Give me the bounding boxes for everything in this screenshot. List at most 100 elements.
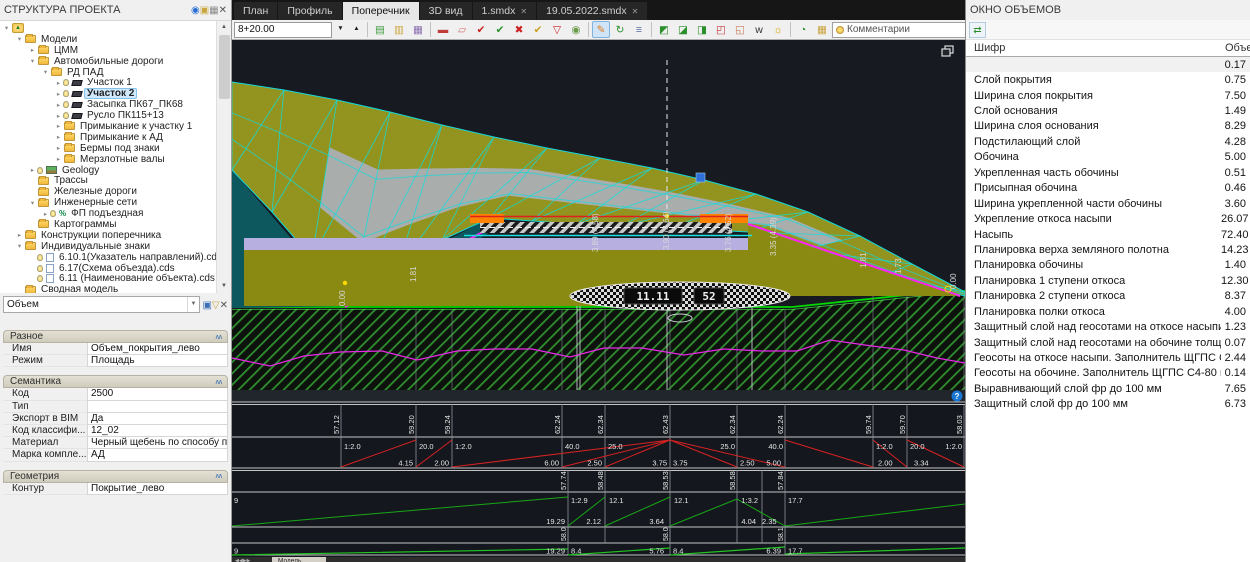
- collapse-chevron-icon[interactable]: ∧∧: [215, 472, 221, 480]
- property-value[interactable]: Объем_покрытия_лево: [87, 343, 228, 355]
- comments-combo[interactable]: Комментарии ▼: [832, 22, 965, 38]
- visibility-bulb-icon[interactable]: [63, 101, 69, 108]
- tree-item-root[interactable]: ▾▲: [0, 23, 216, 34]
- scroll-thumb[interactable]: [219, 35, 230, 99]
- profile-down-icon[interactable]: ▽: [548, 21, 566, 38]
- expand-icon[interactable]: ▸: [54, 144, 63, 152]
- tree-item-инженерные-сети[interactable]: ▾Инженерные сети: [0, 197, 216, 208]
- property-value[interactable]: Покрытие_лево: [87, 483, 228, 495]
- property-value[interactable]: Да: [87, 413, 228, 425]
- surface-chart-3-icon[interactable]: ◨: [693, 21, 711, 38]
- expand-icon[interactable]: ▸: [54, 90, 63, 98]
- close-tab-icon[interactable]: ✕: [520, 7, 527, 16]
- collapse-icon[interactable]: ▾: [41, 68, 50, 76]
- collapse-icon[interactable]: ▾: [15, 242, 24, 250]
- print-cross-section-icon[interactable]: ▦: [409, 21, 427, 38]
- edit-objects-icon[interactable]: ✎: [592, 21, 610, 38]
- tab-профиль[interactable]: Профиль: [278, 2, 341, 20]
- tree-item-участок-2[interactable]: ▸Участок 2: [0, 88, 216, 99]
- volumes-row[interactable]: Выравнивающий слой фр до 100 мм7.65: [966, 381, 1250, 396]
- tree-item-geology[interactable]: ▸Geology: [0, 165, 216, 176]
- collapse-chevron-icon[interactable]: ∧∧: [215, 333, 221, 341]
- text-anchor-icon[interactable]: w: [750, 21, 768, 38]
- scroll-down-icon[interactable]: ▼: [217, 280, 231, 293]
- profile-recalc-icon[interactable]: ✔: [491, 21, 509, 38]
- expand-icon[interactable]: ▸: [54, 112, 63, 120]
- roadbed-layers-icon[interactable]: ▬: [434, 21, 452, 38]
- copy-sheet-icon[interactable]: ◱: [731, 21, 749, 38]
- expand-icon[interactable]: ▸: [28, 46, 37, 54]
- tab-поперечник[interactable]: Поперечник: [343, 2, 419, 20]
- tree-item-бермы-под-знаки[interactable]: ▸Бермы под знаки: [0, 143, 216, 154]
- surface-chart-icon[interactable]: ◩: [655, 21, 673, 38]
- profile-apply-icon[interactable]: ✔: [529, 21, 547, 38]
- share-model-icon[interactable]: ▣: [200, 5, 209, 16]
- tree-item-картограммы[interactable]: Картограммы: [0, 219, 216, 230]
- volumes-row[interactable]: Защитный слой фр до 100 мм6.73: [966, 397, 1250, 412]
- volumes-row[interactable]: Планировка 2 ступени откоса8.37: [966, 289, 1250, 304]
- expand-icon[interactable]: ▸: [54, 133, 63, 141]
- volumes-row[interactable]: Ширина слоя покрытия7.50: [966, 88, 1250, 103]
- tree-item-засыпка-пк67-пк68[interactable]: ▸Засыпка ПК67_ПК68: [0, 99, 216, 110]
- volumes-row[interactable]: Ширина укрепленной части обочины3.60: [966, 196, 1250, 211]
- close-icon[interactable]: ✕: [219, 5, 227, 16]
- object-filter-combo[interactable]: Объем ▼: [3, 296, 200, 313]
- filter-edit-icon[interactable]: ▽: [212, 300, 220, 311]
- volumes-row[interactable]: Геосоты на откосе насыпи. Заполнитель ЩГ…: [966, 350, 1250, 365]
- expand-icon[interactable]: ▸: [54, 79, 63, 87]
- profile-target-icon[interactable]: ◉: [567, 21, 585, 38]
- tree-item-автомобильные-дороги[interactable]: ▾Автомобильные дороги: [0, 56, 216, 67]
- volumes-row[interactable]: Присыпная обочина0.46: [966, 181, 1250, 196]
- volumes-row[interactable]: Слой основания1.49: [966, 103, 1250, 118]
- expand-icon[interactable]: ▸: [41, 210, 50, 218]
- new-cross-section-icon[interactable]: ▤: [371, 21, 389, 38]
- expand-icon[interactable]: ▸: [15, 231, 24, 239]
- related-objects-icon[interactable]: ▣: [202, 300, 211, 311]
- volumes-row[interactable]: Планировка 1 ступени откоса12.30: [966, 273, 1250, 288]
- visibility-bulb-icon[interactable]: [37, 167, 43, 174]
- tree-item-6-11-наименование-объекта-cds[interactable]: 6.11 (Наименование объекта).cds: [0, 273, 216, 284]
- volumes-row[interactable]: Ширина слоя основания8.29: [966, 119, 1250, 134]
- export-sheet-icon[interactable]: ◰: [712, 21, 730, 38]
- tree-item-примыкание-к-участку-1[interactable]: ▸Примыкание к участку 1: [0, 121, 216, 132]
- tree-item-сводная-модель[interactable]: Сводная модель: [0, 284, 216, 293]
- volumes-row[interactable]: Слой покрытия0.75: [966, 72, 1250, 87]
- volumes-row[interactable]: 0.17: [966, 57, 1250, 72]
- collapse-icon[interactable]: ▾: [28, 57, 37, 65]
- visibility-bulb-icon[interactable]: [63, 90, 69, 97]
- station-input[interactable]: 8+20.00: [234, 22, 332, 38]
- property-value[interactable]: 12_02: [87, 425, 228, 437]
- property-value[interactable]: Площадь: [87, 355, 228, 367]
- profile-cross-icon[interactable]: ✖: [510, 21, 528, 38]
- volumes-table-icon[interactable]: ≡: [630, 21, 648, 38]
- tab-план[interactable]: План: [234, 2, 277, 20]
- visibility-bulb-icon[interactable]: [50, 210, 56, 217]
- visibility-bulb-icon[interactable]: [63, 79, 69, 86]
- expand-icon[interactable]: ▸: [28, 166, 37, 174]
- volumes-row[interactable]: Планировка полки откоса4.00: [966, 304, 1250, 319]
- export-grid-icon[interactable]: ▦: [813, 21, 831, 38]
- tree-item-6-10-1-указатель-направлений-cds[interactable]: 6.10.1(Указатель направлений).cds: [0, 252, 216, 263]
- section-header[interactable]: Разное∧∧: [3, 330, 228, 343]
- tree-item-железные-дороги[interactable]: Железные дороги: [0, 186, 216, 197]
- property-value[interactable]: 2500: [87, 388, 228, 400]
- station-next-icon[interactable]: ▲: [349, 22, 364, 37]
- close-tab-icon[interactable]: ✕: [632, 7, 639, 16]
- visibility-bulb-icon[interactable]: [37, 275, 43, 282]
- expand-icon[interactable]: ▸: [54, 101, 63, 109]
- tree-item-мерзлотные-валы[interactable]: ▸Мерзлотные валы: [0, 154, 216, 165]
- surface-chart-2-icon[interactable]: ◪: [674, 21, 692, 38]
- property-value[interactable]: Черный щебень по способу про...: [87, 437, 228, 449]
- tab-19-05-2022-smdx[interactable]: 19.05.2022.smdx✕: [537, 2, 647, 20]
- property-value[interactable]: АД: [87, 449, 228, 461]
- expand-icon[interactable]: ▸: [54, 122, 63, 130]
- collapse-icon[interactable]: ▾: [28, 199, 37, 207]
- project-tree[interactable]: ▾▲▾Модели▸ЦММ▾Автомобильные дороги▾РД ПА…: [0, 20, 231, 293]
- visibility-bulb-icon[interactable]: [63, 112, 69, 119]
- clear-filter-icon[interactable]: ✕: [220, 300, 228, 311]
- collapse-icon[interactable]: ▾: [15, 35, 24, 43]
- volumes-row[interactable]: Укрепление откоса насыпи26.07: [966, 211, 1250, 226]
- visibility-bulb-icon[interactable]: [37, 265, 43, 272]
- collapse-chevron-icon[interactable]: ∧∧: [215, 378, 221, 386]
- visibility-bulb-icon[interactable]: [37, 254, 43, 261]
